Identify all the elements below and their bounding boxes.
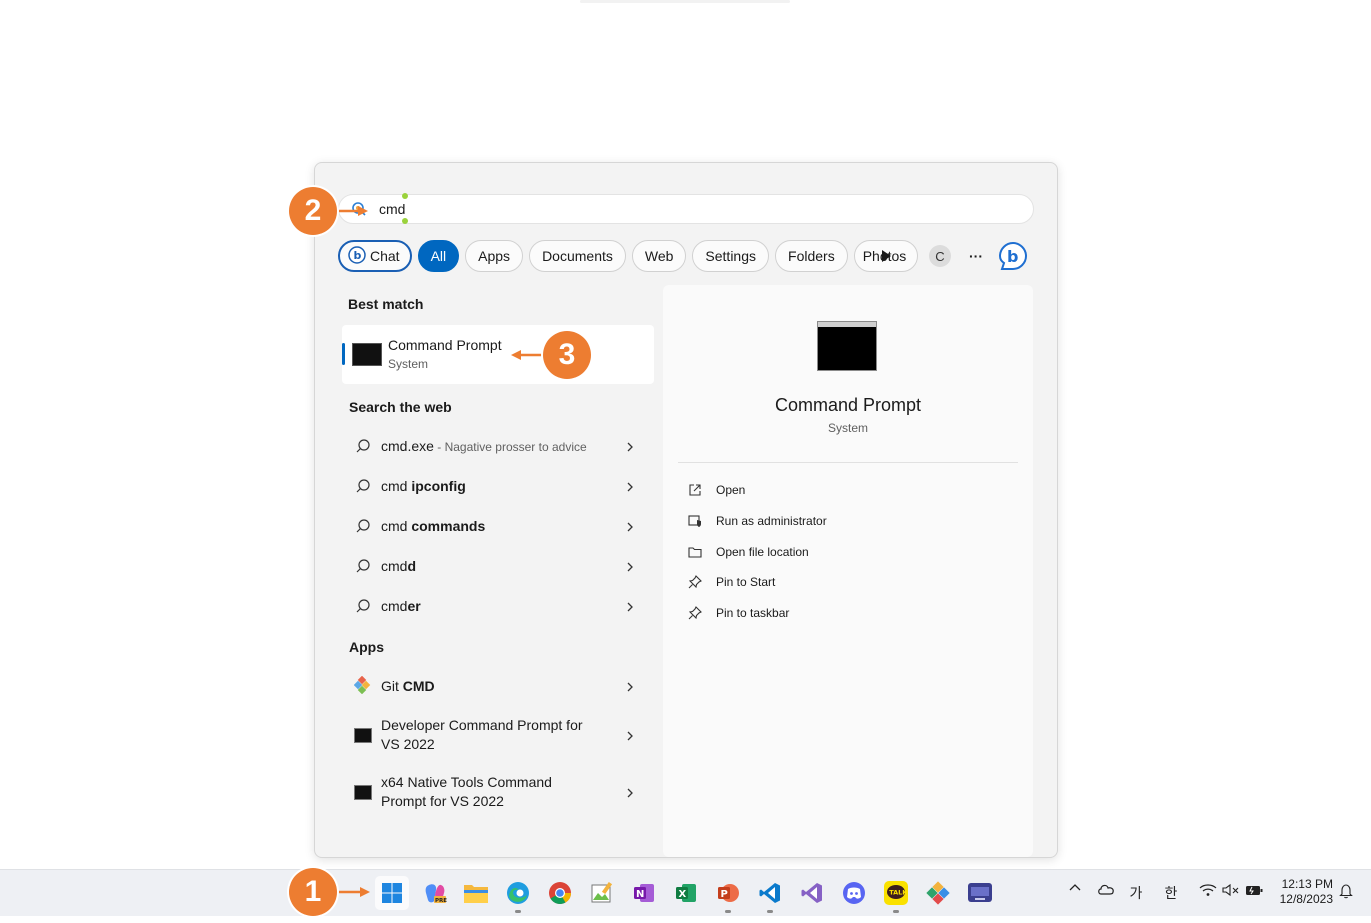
- annotation-arrows: [338, 206, 543, 897]
- callout-step-3: 3: [543, 331, 591, 379]
- arrow-to-start: [338, 887, 370, 897]
- arrow-to-search: [338, 206, 368, 216]
- arrow-to-best-match: [511, 350, 543, 360]
- callout-step-1: 1: [289, 868, 337, 916]
- callout-step-2: 2: [289, 187, 337, 235]
